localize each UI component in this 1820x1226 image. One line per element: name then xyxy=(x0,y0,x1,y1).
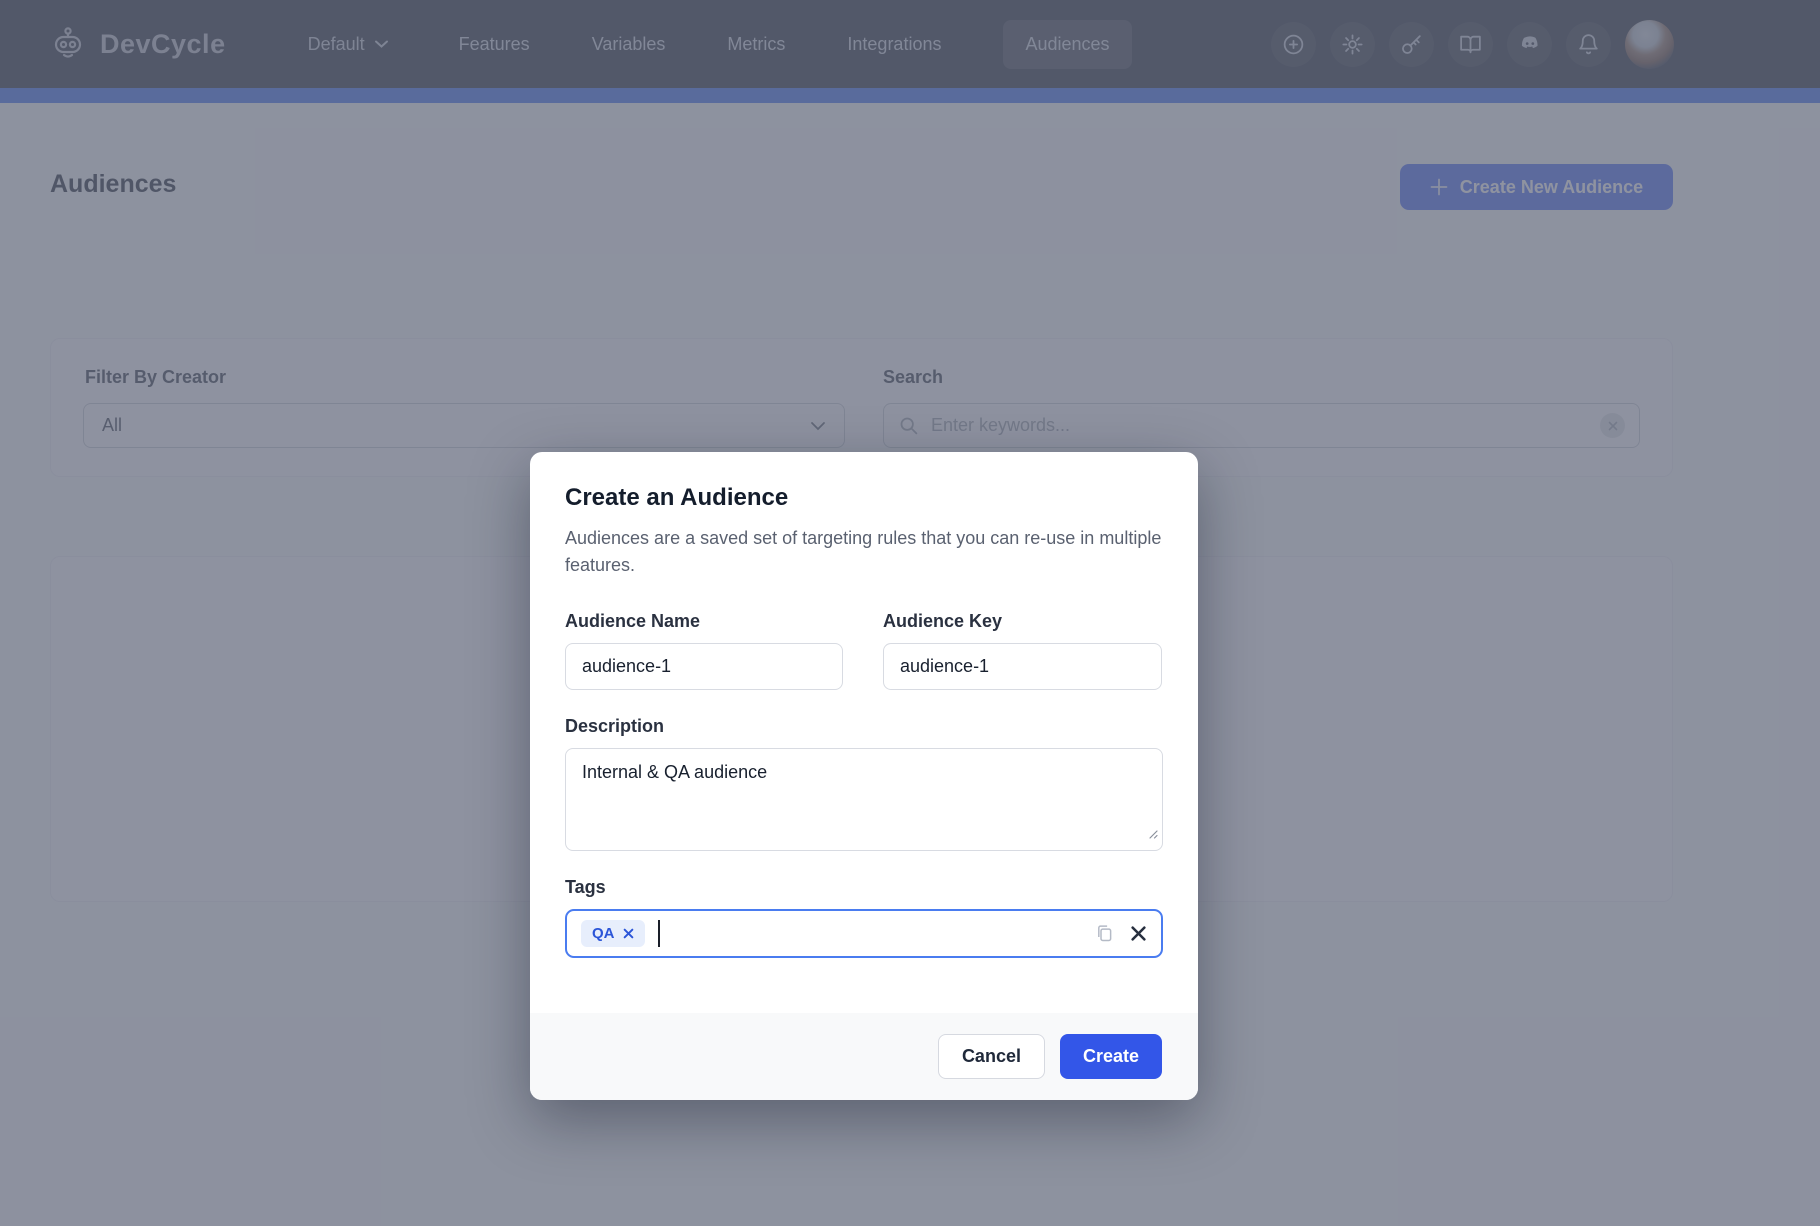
tags-input[interactable]: QA xyxy=(565,909,1163,958)
resize-handle[interactable] xyxy=(1146,826,1158,844)
modal-footer: Cancel Create xyxy=(530,1013,1198,1100)
clear-tags-icon[interactable] xyxy=(1130,925,1147,942)
tag-chip-label: QA xyxy=(592,925,615,942)
name-key-row: Audience Name Audience Key xyxy=(565,611,1163,690)
cancel-button[interactable]: Cancel xyxy=(938,1034,1045,1079)
description-wrap: Internal & QA audience xyxy=(565,748,1163,851)
tags-actions xyxy=(1094,923,1147,944)
create-button[interactable]: Create xyxy=(1060,1034,1162,1079)
description-label: Description xyxy=(565,716,1163,737)
modal-subtitle: Audiences are a saved set of targeting r… xyxy=(565,525,1163,579)
remove-tag-button[interactable] xyxy=(623,928,634,939)
text-cursor xyxy=(658,920,660,947)
copy-icon[interactable] xyxy=(1094,923,1115,944)
audience-key-label: Audience Key xyxy=(883,611,1162,632)
tags-label: Tags xyxy=(565,877,1163,898)
audience-key-group: Audience Key xyxy=(883,611,1162,690)
tag-chip: QA xyxy=(581,920,645,947)
audience-name-input[interactable] xyxy=(565,643,843,690)
audience-key-input[interactable] xyxy=(883,643,1162,690)
audience-name-group: Audience Name xyxy=(565,611,843,690)
create-audience-modal: Create an Audience Audiences are a saved… xyxy=(530,452,1198,1100)
modal-title: Create an Audience xyxy=(565,484,1163,512)
devcycle-app: DevCycle Default Features Variables Metr… xyxy=(0,0,1820,1226)
audience-name-label: Audience Name xyxy=(565,611,843,632)
modal-body: Create an Audience Audiences are a saved… xyxy=(530,452,1198,958)
description-group: Description Internal & QA audience xyxy=(565,716,1163,851)
description-textarea[interactable]: Internal & QA audience xyxy=(565,748,1163,851)
close-icon xyxy=(623,928,634,939)
tags-group: Tags QA xyxy=(565,877,1163,958)
